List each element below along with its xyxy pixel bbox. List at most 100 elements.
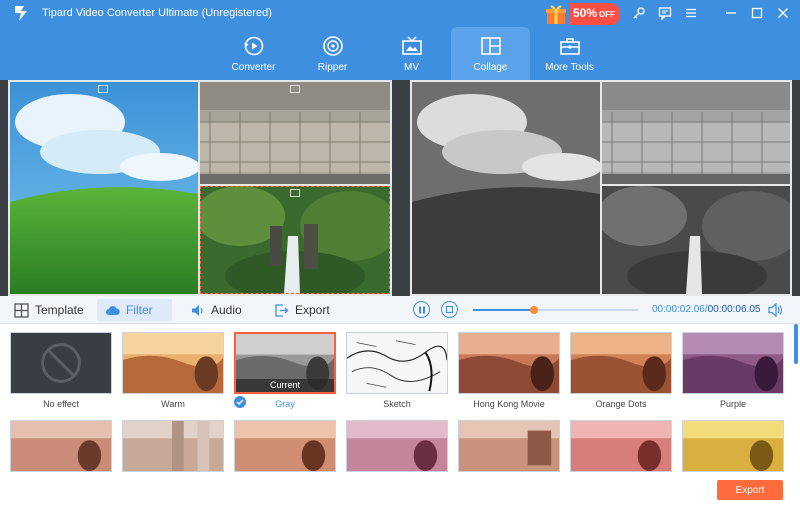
close-button[interactable] [774,4,792,22]
filter-gray[interactable]: Current Gray [234,332,336,409]
filter-name: Sketch [383,399,411,409]
menu-button[interactable] [682,4,700,22]
fence-gray-image [602,82,790,184]
preview-cell-waterfall [602,186,790,294]
stop-icon [446,306,453,313]
promo-badge[interactable]: 50% OFF [545,2,621,26]
filter-purple[interactable]: Purple [682,332,784,409]
filter-sketch[interactable]: Sketch [346,332,448,409]
no-effect-icon [11,333,111,393]
chat-icon [658,7,672,20]
cell-marker-icon [290,189,300,197]
hong-kong-movie-thumbnail [459,333,559,393]
tab-filter[interactable]: Filter [97,299,172,321]
filter-hong-kong-movie[interactable]: Hong Kong Movie [458,332,560,409]
filter-thumb-row2-4[interactable] [346,420,448,472]
minimize-button[interactable] [722,4,740,22]
fence-image [200,82,390,184]
pause-icon [418,306,425,313]
purple-thumbnail [683,333,783,393]
collage-preview [0,80,800,296]
disc-icon [322,36,343,56]
sketch-thumbnail [347,333,447,393]
nav-ripper-label: Ripper [317,62,348,73]
tab-template-label: Template [35,303,84,317]
minimize-icon [726,12,736,14]
tab-audio[interactable]: Audio [182,299,250,321]
nav-mv[interactable]: MV [372,27,451,80]
filter-thumb-row2-2[interactable] [122,420,224,472]
filter-name: Warm [161,399,185,409]
current-tag: Current [236,379,334,392]
converter-icon [243,36,263,56]
nav-collage[interactable]: Collage [451,27,530,80]
filter-name: Orange Dots [595,399,647,409]
speaker-icon [192,304,203,316]
collage-cell-fence[interactable] [200,82,390,184]
check-icon [234,396,246,408]
tab-export-label: Export [295,303,330,317]
filter-thumb-row2-7[interactable] [682,420,784,472]
tab-template[interactable]: Template [6,299,92,321]
waterfall-image [200,186,390,294]
nav-converter[interactable]: Converter [214,27,293,80]
filter-thumb-row2-6[interactable] [570,420,672,472]
filter-name: Purple [719,399,746,409]
cell-marker-icon [98,85,108,93]
tab-export[interactable]: Export [266,299,338,321]
export-button[interactable]: Export [717,480,783,500]
filter-orange-dots[interactable]: Orange Dots [570,332,672,409]
nav-collage-label: Collage [473,62,508,73]
filter-warm[interactable]: Warm [122,332,224,409]
filter-scrollbar[interactable] [794,324,798,364]
nav-more-tools-label: More Tools [545,62,594,73]
pause-button[interactable] [413,301,430,318]
feedback-button[interactable] [656,4,674,22]
filter-name: Gray [275,399,295,409]
filter-thumb-row2-1[interactable] [10,420,112,472]
seek-handle[interactable] [530,306,539,314]
seek-progress [473,309,535,311]
app-title: Tipard Video Converter Ultimate (Unregis… [42,7,272,19]
cloud-icon [106,305,120,315]
tv-icon [401,36,422,55]
discount-percent: 50% [573,6,598,20]
toolbox-icon [559,38,580,55]
discount-badge: 50% OFF [569,3,621,25]
cell-marker-icon [290,85,300,93]
result-pane [410,80,792,296]
collage-icon [480,37,501,55]
key-icon [633,7,645,19]
nav-converter-label: Converter [231,62,276,73]
nav-ripper[interactable]: Ripper [293,27,372,80]
collage-cell-waterfall[interactable] [200,186,390,294]
control-bar: Template Filter Audio Export 00:00:02.06… [0,296,800,324]
grassland-gray-image [412,82,600,294]
main-nav: Converter Ripper MV Collage More Tools [214,27,609,80]
filter-thumb-row2-3[interactable] [234,420,336,472]
time-display: 00:00:02.06/00:00:06.05 [652,304,760,315]
seek-bar[interactable] [473,306,638,314]
nav-mv-label: MV [404,62,419,73]
volume-icon[interactable] [768,303,783,317]
maximize-button[interactable] [748,4,766,22]
filter-name: Hong Kong Movie [473,399,545,409]
filter-no-effect[interactable]: No effect [10,332,112,409]
preview-cell-fence [602,82,790,184]
grid-icon [14,302,29,318]
nav-more-tools[interactable]: More Tools [530,27,609,80]
grassland-image [10,82,198,294]
app-logo-icon [15,6,27,21]
filter-thumb-row2-5[interactable] [458,420,560,472]
top-bar: Tipard Video Converter Ultimate (Unregis… [0,0,800,80]
close-icon [778,8,788,18]
collage-cell-grassland[interactable] [10,82,198,294]
stop-button[interactable] [441,301,458,318]
discount-suffix: OFF [599,10,616,19]
tab-filter-label: Filter [126,303,153,317]
filter-name: No effect [43,399,79,409]
key-button[interactable] [630,4,648,22]
current-time: 00:00:02.06 [652,304,705,315]
warm-thumbnail [123,333,223,393]
filter-grid: No effect Warm Current Gray Sketch Hong … [0,324,800,515]
